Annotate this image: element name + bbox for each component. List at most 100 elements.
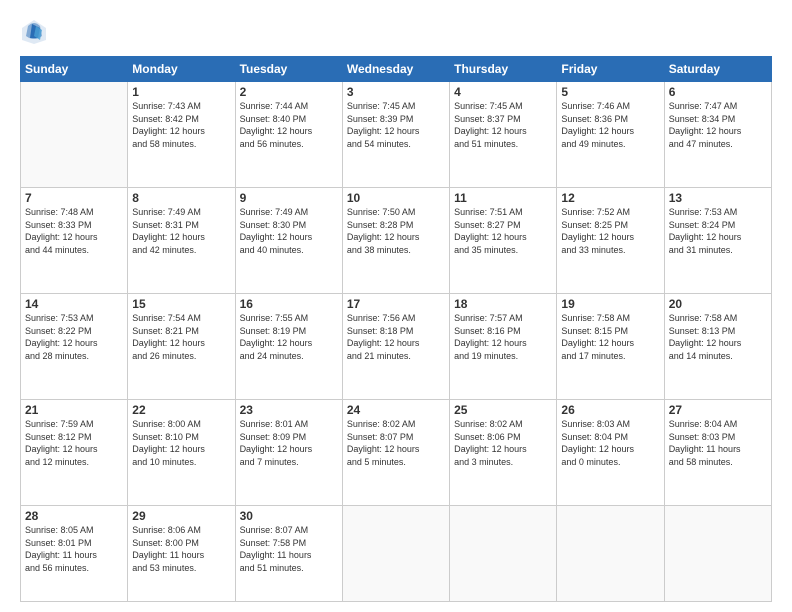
calendar-cell: 19Sunrise: 7:58 AM Sunset: 8:15 PM Dayli… bbox=[557, 294, 664, 400]
page: SundayMondayTuesdayWednesdayThursdayFrid… bbox=[0, 0, 792, 612]
weekday-header-tuesday: Tuesday bbox=[235, 57, 342, 82]
day-info: Sunrise: 8:00 AM Sunset: 8:10 PM Dayligh… bbox=[132, 418, 230, 468]
day-number: 26 bbox=[561, 403, 659, 417]
day-number: 9 bbox=[240, 191, 338, 205]
calendar-cell: 22Sunrise: 8:00 AM Sunset: 8:10 PM Dayli… bbox=[128, 400, 235, 506]
day-info: Sunrise: 7:49 AM Sunset: 8:31 PM Dayligh… bbox=[132, 206, 230, 256]
day-info: Sunrise: 8:02 AM Sunset: 8:07 PM Dayligh… bbox=[347, 418, 445, 468]
week-row-1: 1Sunrise: 7:43 AM Sunset: 8:42 PM Daylig… bbox=[21, 82, 772, 188]
week-row-3: 14Sunrise: 7:53 AM Sunset: 8:22 PM Dayli… bbox=[21, 294, 772, 400]
day-number: 18 bbox=[454, 297, 552, 311]
day-info: Sunrise: 7:55 AM Sunset: 8:19 PM Dayligh… bbox=[240, 312, 338, 362]
weekday-header-row: SundayMondayTuesdayWednesdayThursdayFrid… bbox=[21, 57, 772, 82]
day-info: Sunrise: 7:50 AM Sunset: 8:28 PM Dayligh… bbox=[347, 206, 445, 256]
calendar-cell: 24Sunrise: 8:02 AM Sunset: 8:07 PM Dayli… bbox=[342, 400, 449, 506]
day-number: 1 bbox=[132, 85, 230, 99]
day-number: 29 bbox=[132, 509, 230, 523]
day-info: Sunrise: 7:46 AM Sunset: 8:36 PM Dayligh… bbox=[561, 100, 659, 150]
day-info: Sunrise: 7:45 AM Sunset: 8:39 PM Dayligh… bbox=[347, 100, 445, 150]
calendar-cell bbox=[664, 506, 771, 602]
day-number: 11 bbox=[454, 191, 552, 205]
logo bbox=[20, 18, 52, 46]
day-info: Sunrise: 7:58 AM Sunset: 8:15 PM Dayligh… bbox=[561, 312, 659, 362]
day-number: 16 bbox=[240, 297, 338, 311]
day-number: 13 bbox=[669, 191, 767, 205]
calendar-cell: 11Sunrise: 7:51 AM Sunset: 8:27 PM Dayli… bbox=[450, 188, 557, 294]
calendar-cell: 3Sunrise: 7:45 AM Sunset: 8:39 PM Daylig… bbox=[342, 82, 449, 188]
calendar-cell: 15Sunrise: 7:54 AM Sunset: 8:21 PM Dayli… bbox=[128, 294, 235, 400]
day-info: Sunrise: 8:05 AM Sunset: 8:01 PM Dayligh… bbox=[25, 524, 123, 574]
day-info: Sunrise: 7:47 AM Sunset: 8:34 PM Dayligh… bbox=[669, 100, 767, 150]
calendar-cell: 4Sunrise: 7:45 AM Sunset: 8:37 PM Daylig… bbox=[450, 82, 557, 188]
day-info: Sunrise: 7:53 AM Sunset: 8:24 PM Dayligh… bbox=[669, 206, 767, 256]
calendar-cell: 23Sunrise: 8:01 AM Sunset: 8:09 PM Dayli… bbox=[235, 400, 342, 506]
day-number: 21 bbox=[25, 403, 123, 417]
calendar-cell: 28Sunrise: 8:05 AM Sunset: 8:01 PM Dayli… bbox=[21, 506, 128, 602]
calendar-cell bbox=[557, 506, 664, 602]
calendar-cell: 5Sunrise: 7:46 AM Sunset: 8:36 PM Daylig… bbox=[557, 82, 664, 188]
day-number: 23 bbox=[240, 403, 338, 417]
calendar-cell: 2Sunrise: 7:44 AM Sunset: 8:40 PM Daylig… bbox=[235, 82, 342, 188]
header bbox=[20, 18, 772, 46]
day-info: Sunrise: 7:56 AM Sunset: 8:18 PM Dayligh… bbox=[347, 312, 445, 362]
weekday-header-saturday: Saturday bbox=[664, 57, 771, 82]
weekday-header-wednesday: Wednesday bbox=[342, 57, 449, 82]
calendar-cell: 12Sunrise: 7:52 AM Sunset: 8:25 PM Dayli… bbox=[557, 188, 664, 294]
calendar-cell: 10Sunrise: 7:50 AM Sunset: 8:28 PM Dayli… bbox=[342, 188, 449, 294]
calendar-cell: 26Sunrise: 8:03 AM Sunset: 8:04 PM Dayli… bbox=[557, 400, 664, 506]
day-info: Sunrise: 7:53 AM Sunset: 8:22 PM Dayligh… bbox=[25, 312, 123, 362]
calendar-cell: 27Sunrise: 8:04 AM Sunset: 8:03 PM Dayli… bbox=[664, 400, 771, 506]
day-info: Sunrise: 7:51 AM Sunset: 8:27 PM Dayligh… bbox=[454, 206, 552, 256]
day-number: 20 bbox=[669, 297, 767, 311]
calendar-cell: 17Sunrise: 7:56 AM Sunset: 8:18 PM Dayli… bbox=[342, 294, 449, 400]
calendar-cell bbox=[21, 82, 128, 188]
day-info: Sunrise: 7:52 AM Sunset: 8:25 PM Dayligh… bbox=[561, 206, 659, 256]
day-info: Sunrise: 7:45 AM Sunset: 8:37 PM Dayligh… bbox=[454, 100, 552, 150]
calendar-cell: 13Sunrise: 7:53 AM Sunset: 8:24 PM Dayli… bbox=[664, 188, 771, 294]
day-number: 8 bbox=[132, 191, 230, 205]
day-number: 22 bbox=[132, 403, 230, 417]
calendar-cell: 20Sunrise: 7:58 AM Sunset: 8:13 PM Dayli… bbox=[664, 294, 771, 400]
calendar-cell: 6Sunrise: 7:47 AM Sunset: 8:34 PM Daylig… bbox=[664, 82, 771, 188]
day-number: 4 bbox=[454, 85, 552, 99]
calendar-cell: 25Sunrise: 8:02 AM Sunset: 8:06 PM Dayli… bbox=[450, 400, 557, 506]
day-number: 2 bbox=[240, 85, 338, 99]
calendar-cell: 7Sunrise: 7:48 AM Sunset: 8:33 PM Daylig… bbox=[21, 188, 128, 294]
calendar-cell: 18Sunrise: 7:57 AM Sunset: 8:16 PM Dayli… bbox=[450, 294, 557, 400]
calendar-cell: 16Sunrise: 7:55 AM Sunset: 8:19 PM Dayli… bbox=[235, 294, 342, 400]
day-number: 28 bbox=[25, 509, 123, 523]
day-info: Sunrise: 7:48 AM Sunset: 8:33 PM Dayligh… bbox=[25, 206, 123, 256]
calendar-cell: 9Sunrise: 7:49 AM Sunset: 8:30 PM Daylig… bbox=[235, 188, 342, 294]
day-info: Sunrise: 7:58 AM Sunset: 8:13 PM Dayligh… bbox=[669, 312, 767, 362]
week-row-2: 7Sunrise: 7:48 AM Sunset: 8:33 PM Daylig… bbox=[21, 188, 772, 294]
day-info: Sunrise: 7:49 AM Sunset: 8:30 PM Dayligh… bbox=[240, 206, 338, 256]
calendar-cell bbox=[450, 506, 557, 602]
weekday-header-friday: Friday bbox=[557, 57, 664, 82]
week-row-4: 21Sunrise: 7:59 AM Sunset: 8:12 PM Dayli… bbox=[21, 400, 772, 506]
calendar-cell: 1Sunrise: 7:43 AM Sunset: 8:42 PM Daylig… bbox=[128, 82, 235, 188]
day-number: 24 bbox=[347, 403, 445, 417]
calendar-cell: 14Sunrise: 7:53 AM Sunset: 8:22 PM Dayli… bbox=[21, 294, 128, 400]
weekday-header-monday: Monday bbox=[128, 57, 235, 82]
calendar-cell: 21Sunrise: 7:59 AM Sunset: 8:12 PM Dayli… bbox=[21, 400, 128, 506]
week-row-5: 28Sunrise: 8:05 AM Sunset: 8:01 PM Dayli… bbox=[21, 506, 772, 602]
day-info: Sunrise: 7:54 AM Sunset: 8:21 PM Dayligh… bbox=[132, 312, 230, 362]
day-info: Sunrise: 7:43 AM Sunset: 8:42 PM Dayligh… bbox=[132, 100, 230, 150]
day-number: 12 bbox=[561, 191, 659, 205]
day-number: 25 bbox=[454, 403, 552, 417]
calendar: SundayMondayTuesdayWednesdayThursdayFrid… bbox=[20, 56, 772, 602]
day-info: Sunrise: 8:03 AM Sunset: 8:04 PM Dayligh… bbox=[561, 418, 659, 468]
day-number: 19 bbox=[561, 297, 659, 311]
day-info: Sunrise: 8:02 AM Sunset: 8:06 PM Dayligh… bbox=[454, 418, 552, 468]
day-number: 10 bbox=[347, 191, 445, 205]
calendar-cell: 8Sunrise: 7:49 AM Sunset: 8:31 PM Daylig… bbox=[128, 188, 235, 294]
day-info: Sunrise: 8:04 AM Sunset: 8:03 PM Dayligh… bbox=[669, 418, 767, 468]
weekday-header-thursday: Thursday bbox=[450, 57, 557, 82]
day-number: 14 bbox=[25, 297, 123, 311]
day-info: Sunrise: 8:07 AM Sunset: 7:58 PM Dayligh… bbox=[240, 524, 338, 574]
calendar-cell bbox=[342, 506, 449, 602]
day-number: 5 bbox=[561, 85, 659, 99]
day-number: 15 bbox=[132, 297, 230, 311]
day-info: Sunrise: 7:44 AM Sunset: 8:40 PM Dayligh… bbox=[240, 100, 338, 150]
calendar-cell: 29Sunrise: 8:06 AM Sunset: 8:00 PM Dayli… bbox=[128, 506, 235, 602]
